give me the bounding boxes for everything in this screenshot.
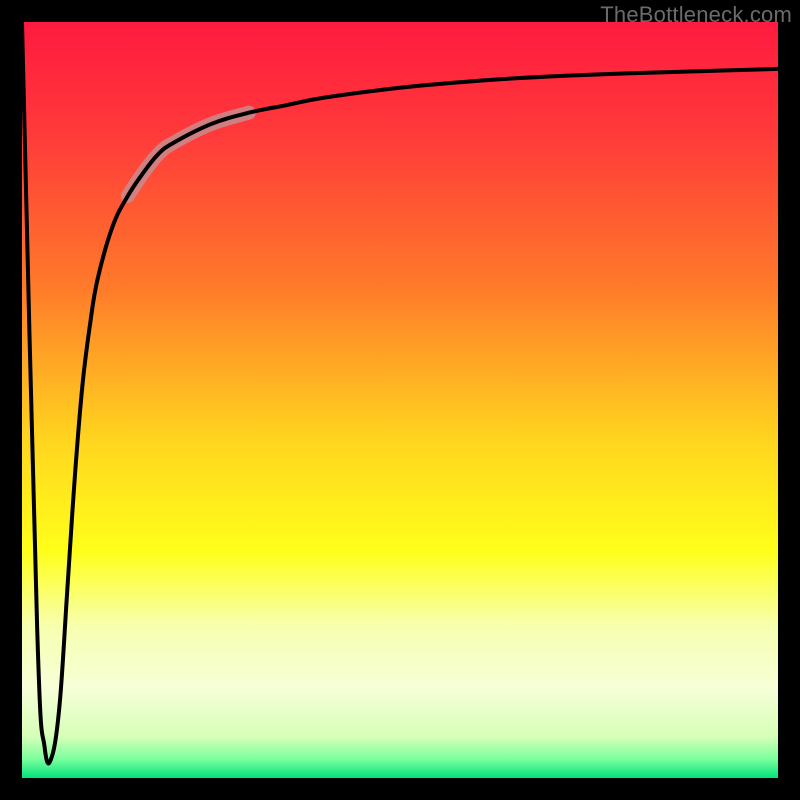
watermark-label: TheBottleneck.com [600, 2, 792, 28]
frame-right [778, 0, 800, 800]
chart-stage: TheBottleneck.com [0, 0, 800, 800]
frame-bottom [0, 778, 800, 800]
plot-background [22, 22, 778, 778]
frame-left [0, 0, 22, 800]
bottleneck-chart [0, 0, 800, 800]
